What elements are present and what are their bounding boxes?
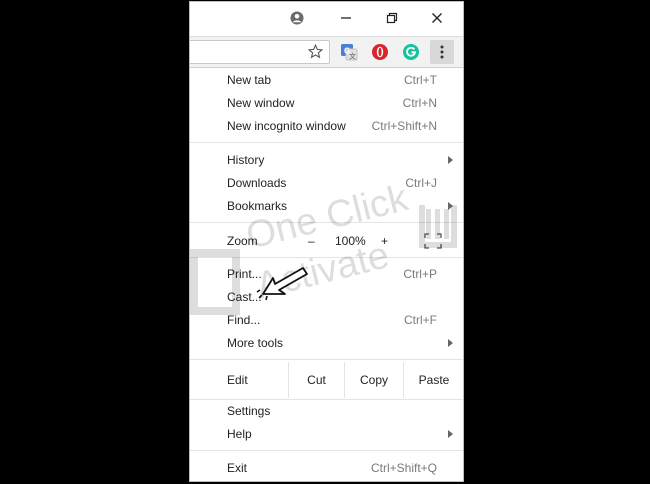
minimize-icon	[341, 17, 351, 19]
menu-item-downloads[interactable]: Downloads Ctrl+J	[190, 172, 463, 194]
menu-item-label: Settings	[227, 404, 271, 418]
zoom-out-button[interactable]: –	[308, 234, 315, 248]
menu-item-history[interactable]: History	[190, 149, 463, 171]
menu-item-zoom: Zoom – 100% +	[190, 230, 463, 252]
menu-divider	[190, 222, 463, 223]
menu-item-label: Help	[227, 427, 252, 441]
shortcut-label: Ctrl+P	[403, 267, 437, 281]
paste-label: Paste	[418, 373, 450, 387]
submenu-arrow-icon	[448, 339, 453, 347]
browser-toolbar: G 文	[190, 36, 463, 68]
title-bar	[190, 2, 463, 34]
copy-label: Copy	[359, 373, 388, 387]
zoom-in-button[interactable]: +	[381, 234, 388, 248]
menu-item-label: New window	[227, 96, 295, 110]
pointer-arrow-icon	[256, 267, 308, 301]
vertical-dots-icon	[440, 45, 444, 59]
submenu-arrow-icon	[448, 430, 453, 438]
menu-item-label: New tab	[227, 73, 272, 87]
menu-item-label: Find...	[227, 313, 261, 327]
menu-item-label: Exit	[227, 461, 248, 475]
cut-label: Cut	[307, 373, 326, 387]
menu-divider	[190, 257, 463, 258]
grammarly-extension[interactable]	[402, 43, 420, 61]
menu-divider	[190, 359, 463, 360]
menu-item-new-window[interactable]: New window Ctrl+N	[190, 92, 463, 114]
shortcut-label: Ctrl+T	[404, 73, 437, 87]
paste-button[interactable]: Paste	[403, 362, 463, 398]
menu-item-new-incognito-window[interactable]: New incognito window Ctrl+Shift+N	[190, 115, 463, 137]
zoom-level: 100%	[335, 234, 366, 248]
cut-button[interactable]: Cut	[288, 362, 344, 398]
menu-item-new-tab[interactable]: New tab Ctrl+T	[190, 69, 463, 91]
submenu-arrow-icon	[448, 202, 453, 210]
menu-item-label: Downloads	[227, 176, 287, 190]
menu-item-label: Bookmarks	[227, 199, 288, 213]
close-button[interactable]	[425, 8, 449, 28]
menu-item-find[interactable]: Find... Ctrl+F	[190, 309, 463, 331]
star-icon[interactable]	[308, 44, 323, 59]
menu-item-exit[interactable]: Exit Ctrl+Shift+Q	[190, 457, 463, 479]
shortcut-label: Ctrl+Shift+Q	[370, 461, 437, 475]
opera-vpn-extension[interactable]	[371, 43, 389, 61]
shortcut-label: Ctrl+Shift+N	[371, 119, 437, 133]
grammarly-icon	[403, 44, 419, 60]
menu-item-more-tools[interactable]: More tools	[190, 332, 463, 354]
menu-item-settings[interactable]: Settings	[190, 400, 463, 422]
menu-item-label: More tools	[227, 336, 284, 350]
svg-text:文: 文	[349, 52, 356, 61]
menu-divider	[190, 450, 463, 451]
fullscreen-icon[interactable]	[424, 233, 442, 249]
menu-button[interactable]	[430, 40, 454, 64]
shortcut-label: Ctrl+N	[402, 96, 437, 110]
menu-item-label: History	[227, 153, 265, 167]
opera-vpn-icon	[372, 44, 388, 60]
chrome-menu: New tab Ctrl+T New window Ctrl+N New inc…	[190, 68, 463, 481]
menu-divider	[190, 142, 463, 143]
shortcut-label: Ctrl+J	[405, 176, 437, 190]
copy-button[interactable]: Copy	[344, 362, 403, 398]
profile-button[interactable]	[285, 8, 309, 28]
submenu-arrow-icon	[448, 156, 453, 164]
browser-window: G 文 New tab Ctrl+T New window Ctrl+N New…	[189, 1, 464, 482]
google-translate-extension[interactable]: G 文	[340, 43, 358, 61]
menu-item-cast[interactable]: Cast...	[190, 286, 463, 308]
edit-label: Edit	[227, 373, 248, 387]
menu-item-bookmarks[interactable]: Bookmarks	[190, 195, 463, 217]
menu-item-help[interactable]: Help	[190, 423, 463, 445]
shortcut-label: Ctrl+F	[404, 313, 437, 327]
minimize-button[interactable]	[334, 8, 358, 28]
google-translate-icon: G 文	[341, 44, 358, 61]
close-icon	[432, 13, 442, 23]
menu-item-label: New incognito window	[227, 119, 346, 133]
address-bar[interactable]	[190, 40, 330, 64]
restore-icon	[386, 12, 398, 24]
zoom-label: Zoom	[227, 234, 258, 248]
screenshot-stage: G 文 New tab Ctrl+T New window Ctrl+N New…	[0, 0, 650, 484]
restore-button[interactable]	[380, 8, 404, 28]
menu-item-print[interactable]: Print... Ctrl+P	[190, 263, 463, 285]
profile-icon	[290, 11, 304, 25]
